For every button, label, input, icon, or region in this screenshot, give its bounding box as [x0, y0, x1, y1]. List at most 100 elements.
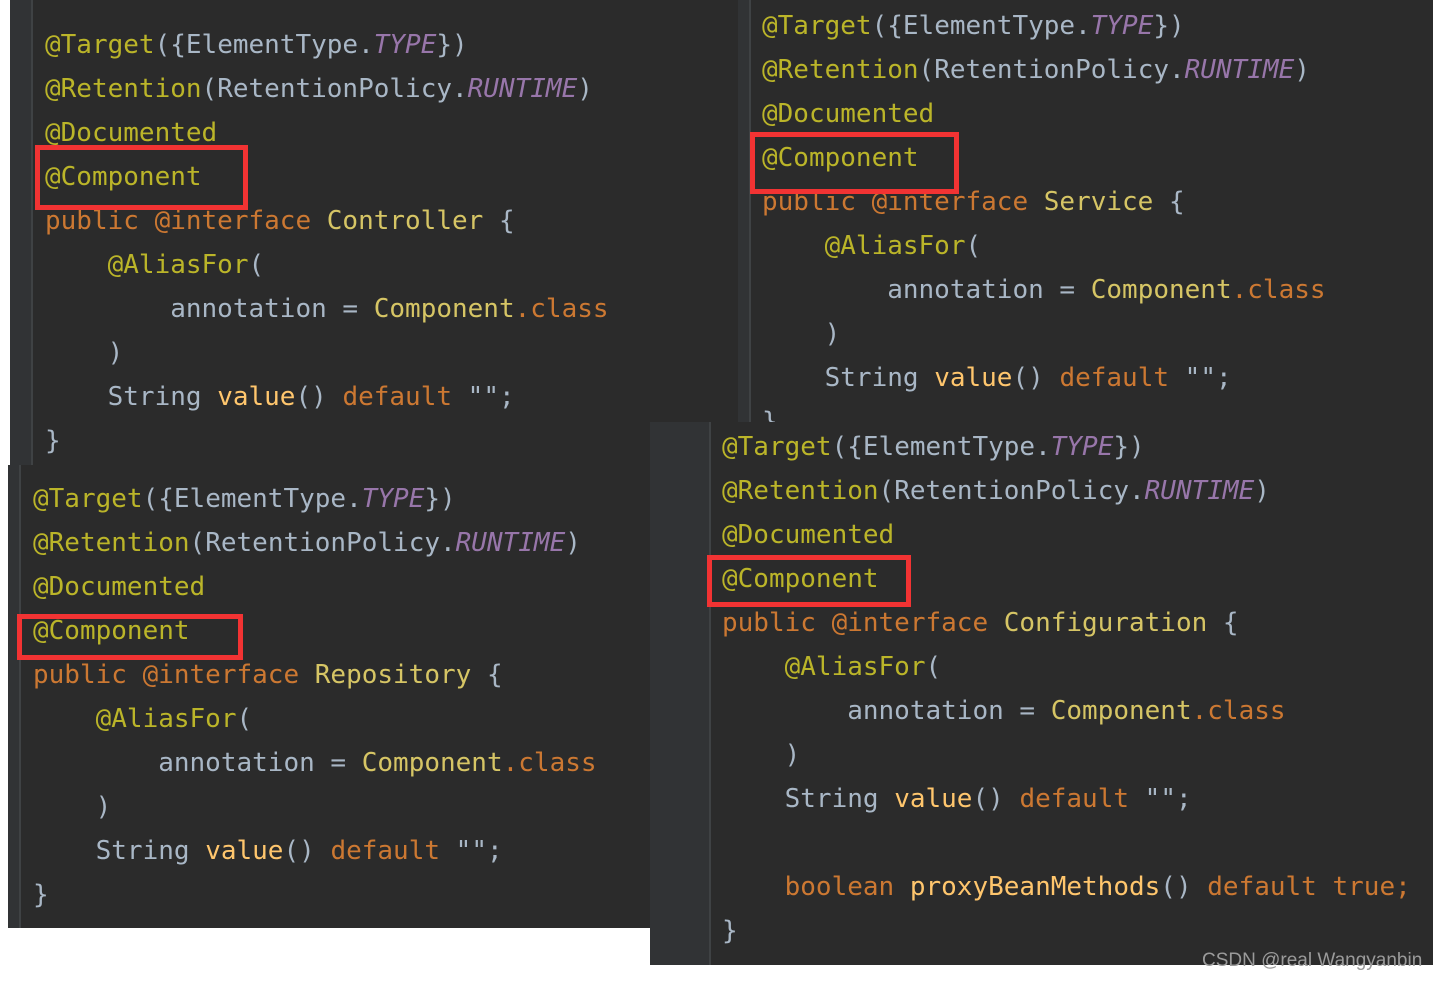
code-token: }	[762, 407, 778, 422]
service-code-panel: @Target({ElementType.TYPE}) @Retention(Re…	[738, 0, 1433, 422]
code-token: RUNTIME	[1144, 476, 1255, 506]
code-line: )	[33, 785, 597, 829]
code-token: (RetentionPolicy.	[201, 74, 468, 104]
code-line: )	[762, 312, 1326, 356]
code-token: "";	[1184, 363, 1232, 393]
code-line: @Target({ElementType.TYPE})	[45, 23, 609, 67]
code-line: annotation = Component.class	[722, 689, 1411, 733]
code-token: })	[424, 484, 456, 514]
code-token: .class	[514, 294, 609, 324]
code-token: @Retention	[722, 476, 879, 506]
gutter	[650, 422, 711, 965]
code-line: @Target({ElementType.TYPE})	[722, 425, 1411, 469]
code-line: @Documented	[722, 513, 1411, 557]
code-token: (	[236, 704, 253, 734]
code-token: Repository	[314, 660, 472, 690]
code-token: String	[722, 784, 895, 814]
code-token: Component	[1050, 696, 1192, 726]
code-token: {	[1153, 187, 1185, 217]
code-line: @Retention(RetentionPolicy.RUNTIME)	[33, 521, 597, 565]
code-token: ()	[283, 836, 331, 866]
gutter	[8, 465, 21, 928]
code-token: value	[217, 382, 296, 412]
code-token: @AliasFor	[33, 704, 237, 734]
code-token: annotation =	[762, 275, 1091, 305]
code-token: Controller	[326, 206, 484, 236]
code-token: "";	[455, 836, 503, 866]
code-token: Component	[361, 748, 503, 778]
code-token: annotation =	[722, 696, 1051, 726]
code-token: {	[471, 660, 503, 690]
code-line: @AliasFor(	[33, 697, 597, 741]
code-token: public @interface	[45, 206, 327, 236]
code-token: (	[965, 231, 982, 261]
code-line: @AliasFor(	[45, 243, 609, 287]
code-token: @Target	[45, 30, 155, 60]
highlight-box-controller	[35, 145, 248, 210]
code-line: public @interface Configuration {	[722, 601, 1411, 645]
code-token: @Retention	[33, 528, 190, 558]
code-line: }	[33, 873, 597, 917]
code-token: @Target	[762, 11, 872, 41]
code-token: {	[483, 206, 515, 236]
code-token: ()	[1160, 872, 1208, 902]
code-line: @Target({ElementType.TYPE})	[33, 477, 597, 521]
code-token: ({ElementType.	[142, 484, 362, 514]
code-token: .class	[1231, 275, 1326, 305]
highlight-box-repository	[17, 614, 243, 660]
code-token: public @interface	[722, 608, 1004, 638]
code-area: @Target({ElementType.TYPE}) @Retention(Re…	[33, 465, 597, 917]
code-token: )	[722, 740, 801, 770]
code-token: ()	[1012, 363, 1060, 393]
code-line: annotation = Component.class	[33, 741, 597, 785]
code-line: annotation = Component.class	[45, 287, 609, 331]
code-token: )	[1294, 55, 1310, 85]
code-token: RUNTIME	[1184, 55, 1295, 85]
code-token: (RetentionPolicy.	[918, 55, 1185, 85]
code-token: @Target	[33, 484, 143, 514]
watermark: CSDN @real Wangyanbin	[1202, 950, 1423, 971]
code-token: @AliasFor	[45, 250, 249, 280]
code-line: @AliasFor(	[762, 224, 1326, 268]
code-line: }	[45, 419, 609, 463]
code-token: )	[1254, 476, 1270, 506]
code-token: Service	[1043, 187, 1154, 217]
code-token: TYPE	[373, 30, 437, 60]
gutter	[10, 0, 33, 465]
code-token: })	[1153, 11, 1185, 41]
code-area: @Target({ElementType.TYPE}) @Retention(Re…	[762, 0, 1326, 422]
code-token: @Documented	[45, 118, 218, 148]
code-token: value	[934, 363, 1013, 393]
code-line: String value() default "";	[762, 356, 1326, 400]
code-line: @Documented	[762, 92, 1326, 136]
code-token: value	[894, 784, 973, 814]
code-token: {	[1207, 608, 1239, 638]
code-token: public @interface	[33, 660, 315, 690]
code-token: value	[205, 836, 284, 866]
code-token: RUNTIME	[455, 528, 566, 558]
controller-code-panel: @Target({ElementType.TYPE}) @Retention(Re…	[10, 0, 740, 465]
code-token: "";	[1144, 784, 1192, 814]
code-token: boolean	[722, 872, 910, 902]
highlight-box-configuration	[707, 555, 911, 607]
code-token: (RetentionPolicy.	[878, 476, 1145, 506]
code-token: @AliasFor	[722, 652, 926, 682]
code-token: ()	[295, 382, 343, 412]
code-token: ({ElementType.	[154, 30, 374, 60]
code-token: )	[33, 792, 112, 822]
code-token: proxyBeanMethods	[909, 872, 1161, 902]
code-token: )	[577, 74, 593, 104]
code-line: String value() default "";	[45, 375, 609, 419]
code-line: @Retention(RetentionPolicy.RUNTIME)	[45, 67, 609, 111]
code-line: @Retention(RetentionPolicy.RUNTIME)	[722, 469, 1411, 513]
code-token: default	[1019, 784, 1145, 814]
code-token: )	[565, 528, 581, 558]
code-token: }	[33, 880, 49, 910]
code-token: @Retention	[45, 74, 202, 104]
code-token: .class	[502, 748, 597, 778]
code-token: .class	[1191, 696, 1286, 726]
gutter	[738, 0, 751, 422]
code-area: @Target({ElementType.TYPE}) @Retention(Re…	[722, 422, 1411, 953]
code-token: annotation =	[45, 294, 374, 324]
code-token: "";	[467, 382, 515, 412]
